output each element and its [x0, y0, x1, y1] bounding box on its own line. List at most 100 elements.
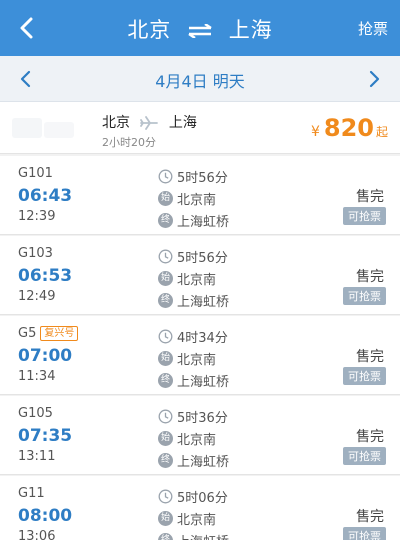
clock-icon — [158, 409, 173, 423]
summary-duration: 2小时20分 — [102, 136, 156, 149]
lowest-price: ¥820 起 — [311, 114, 388, 142]
origin-line: 始 北京南 — [158, 427, 298, 449]
sold-out-status: 售完 — [356, 509, 384, 525]
arrival-time: 13:11 — [18, 449, 56, 464]
clock-icon — [158, 329, 173, 343]
duration-text: 5时56分 — [177, 170, 228, 186]
destination-station-icon: 终 — [158, 452, 173, 468]
clock-icon — [158, 489, 173, 503]
route-title: 北京 上海 — [0, 14, 400, 44]
train-number-text: G11 — [18, 486, 45, 501]
destination-station: 上海虹桥 — [177, 531, 229, 540]
destination-station-icon: 终 — [158, 532, 173, 540]
duration-line: 5时56分 — [158, 245, 298, 267]
train-number-text: G105 — [18, 406, 53, 421]
duration-text: 4时34分 — [177, 330, 228, 346]
destination-line: 终 上海虹桥 — [158, 209, 298, 231]
duration-text: 5时36分 — [177, 410, 228, 426]
arrival-time: 11:34 — [18, 369, 56, 384]
destination-station-icon: 终 — [158, 372, 173, 388]
currency-symbol: ¥ — [310, 124, 320, 140]
origin-line: 始 北京南 — [158, 187, 298, 209]
grab-ticket-tag[interactable]: 可抢票 — [343, 527, 386, 540]
train-number: G101 — [18, 166, 53, 181]
destination-line: 终 上海虹桥 — [158, 369, 298, 391]
grab-ticket-tag[interactable]: 可抢票 — [343, 447, 386, 465]
destination-station-icon: 终 — [158, 212, 173, 228]
departure-time: 07:35 — [18, 426, 73, 446]
train-row[interactable]: G105 07:35 13:11 5时36分 始 北京南 终 上海虹桥 售完 可… — [0, 396, 400, 475]
summary-to: 上海 — [168, 115, 197, 131]
duration-line: 5时06分 — [158, 485, 298, 507]
grab-ticket-button[interactable]: 抢票 — [358, 18, 388, 39]
sold-out-status: 售完 — [356, 269, 384, 285]
train-details: 5时56分 始 北京南 终 上海虹桥 — [158, 165, 298, 231]
clock-icon — [158, 249, 173, 263]
origin-station-icon: 始 — [158, 430, 173, 446]
date-bar: 4月4日 明天 — [0, 56, 400, 102]
arrival-time: 12:39 — [18, 209, 56, 224]
train-number-text: G101 — [18, 166, 53, 181]
origin-station: 北京南 — [177, 432, 217, 448]
plane-icon — [140, 116, 159, 130]
train-number-text: G5 — [18, 326, 37, 341]
top-bar: 北京 上海 抢票 — [0, 0, 400, 56]
train-details: 4时34分 始 北京南 终 上海虹桥 — [158, 325, 298, 391]
duration-line: 5时36分 — [158, 405, 298, 427]
grab-ticket-tag[interactable]: 可抢票 — [343, 287, 386, 305]
grab-ticket-tag[interactable]: 可抢票 — [343, 207, 386, 225]
swap-icon[interactable] — [187, 24, 213, 38]
destination-line: 终 上海虹桥 — [158, 529, 298, 540]
origin-station: 北京南 — [177, 192, 217, 208]
duration-line: 4时34分 — [158, 325, 298, 347]
duration-line: 5时56分 — [158, 165, 298, 187]
price-suffix: 起 — [375, 125, 388, 139]
train-row[interactable]: G103 06:53 12:49 5时56分 始 北京南 终 上海虹桥 售完 可… — [0, 236, 400, 315]
destination-station: 上海虹桥 — [177, 294, 230, 310]
arrival-time: 12:49 — [18, 289, 56, 304]
origin-station: 北京南 — [177, 352, 217, 368]
selected-date[interactable]: 4月4日 明天 — [0, 68, 400, 92]
origin-station-icon: 始 — [158, 270, 173, 286]
destination-station: 上海虹桥 — [177, 214, 230, 230]
grab-ticket-tag[interactable]: 可抢票 — [343, 367, 386, 385]
train-details: 5时56分 始 北京南 终 上海虹桥 — [158, 245, 298, 311]
destination-line: 终 上海虹桥 — [158, 289, 298, 311]
departure-time: 06:43 — [18, 186, 73, 206]
departure-time: 06:53 — [18, 266, 73, 286]
destination-station: 上海虹桥 — [177, 374, 230, 390]
origin-station: 北京南 — [177, 272, 217, 288]
to-city: 上海 — [228, 18, 273, 42]
flight-summary[interactable]: 北京 上海 2小时20分 ¥820 起 — [0, 102, 400, 154]
train-number-text: G103 — [18, 246, 53, 261]
departure-time: 08:00 — [18, 506, 73, 526]
train-number: G103 — [18, 246, 53, 261]
duration-text: 5时06分 — [177, 490, 228, 506]
origin-station-icon: 始 — [158, 190, 173, 206]
fuxing-badge: 复兴号 — [40, 326, 79, 341]
destination-station: 上海虹桥 — [177, 454, 230, 470]
train-number: G5 复兴号 — [18, 326, 79, 341]
departure-time: 07:00 — [18, 346, 73, 366]
train-row[interactable]: G11 08:00 13:06 5时06分 始 北京南 终 上海虹桥 售完 可抢… — [0, 476, 400, 540]
clock-icon — [158, 169, 173, 183]
from-city: 北京 — [127, 18, 172, 42]
summary-route: 北京 上海 — [102, 112, 197, 132]
background-decoration-icon — [12, 118, 74, 138]
sold-out-status: 售完 — [356, 429, 384, 445]
train-number: G105 — [18, 406, 53, 421]
origin-line: 始 北京南 — [158, 267, 298, 289]
sold-out-status: 售完 — [356, 349, 384, 365]
train-list: G101 06:43 12:39 5时56分 始 北京南 终 上海虹桥 售完 可… — [0, 156, 400, 540]
sold-out-status: 售完 — [356, 189, 384, 205]
train-row[interactable]: G5 复兴号 07:00 11:34 4时34分 始 北京南 终 上海虹桥 售完 … — [0, 316, 400, 395]
origin-line: 始 北京南 — [158, 347, 298, 369]
train-row[interactable]: G101 06:43 12:39 5时56分 始 北京南 终 上海虹桥 售完 可… — [0, 156, 400, 235]
origin-station-icon: 始 — [158, 350, 173, 366]
origin-station-icon: 始 — [158, 510, 173, 526]
duration-text: 5时56分 — [177, 250, 228, 266]
train-number: G11 — [18, 486, 45, 501]
origin-line: 始 北京南 — [158, 507, 298, 529]
destination-line: 终 上海虹桥 — [158, 449, 298, 471]
next-day-icon[interactable] — [362, 67, 386, 91]
